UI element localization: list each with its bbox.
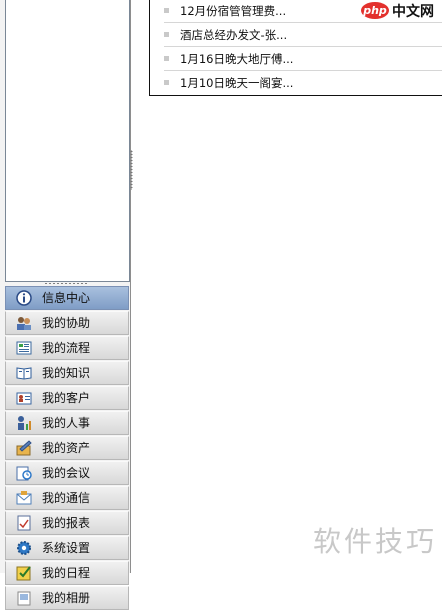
pen-box-icon [16,440,32,456]
nav-item-label: 系统设置 [42,541,91,555]
nav-item-label: 我的知识 [42,366,91,380]
checkbox-icon [16,565,32,581]
news-link[interactable]: 酒店总经办发文-张... [180,24,287,46]
nav-item-label: 我的资产 [42,441,91,455]
news-link[interactable]: 1月16日晚大地厅傅... [180,48,293,70]
sidebar-tree-panel [5,0,130,282]
nav-item-label: 我的人事 [42,416,91,430]
people-icon [16,315,32,331]
nav-item-my-assets[interactable]: 我的资产 [5,436,129,460]
watermark-site-text: 中文网 [392,3,434,20]
news-link[interactable]: 1月10日晚天一阁宴... [180,72,293,94]
gear-icon [16,540,32,556]
nav-item-my-hr[interactable]: 我的人事 [5,411,129,435]
nav-item-my-meetings[interactable]: 我的会议 [5,461,129,485]
nav-item-my-schedule[interactable]: 我的日程 [5,561,129,585]
nav-item-label: 我的日程 [42,566,91,580]
bullet-icon [164,8,169,13]
nav-item-my-knowledge[interactable]: 我的知识 [5,361,129,385]
sidebar-nav: 信息中心 我的协助 我的流程 我的知识 我的客户 我的人事 我的资产 我的会议 … [5,286,129,611]
nav-item-my-assist[interactable]: 我的协助 [5,311,129,335]
nav-item-system-settings[interactable]: 系统设置 [5,536,129,560]
person-chart-icon [16,415,32,431]
mail-icon [16,490,32,506]
php-cn-watermark: php 中文网 [361,1,442,20]
watermark-bottom-text: 软件技巧 [313,525,438,558]
form-icon [16,340,32,356]
list-item: 1月16日晚大地厅傅... [164,47,442,71]
nav-item-my-communication[interactable]: 我的通信 [5,486,129,510]
nav-item-label: 我的客户 [42,391,91,405]
nav-item-label: 我的流程 [42,341,91,355]
nav-item-info-center[interactable]: 信息中心 [5,286,129,310]
nav-item-label: 我的会议 [42,466,91,480]
list-item: 酒店总经办发文-张... [164,23,442,47]
bullet-icon [164,80,169,85]
panel-splitter-handle[interactable] [130,150,133,190]
php-logo-icon: php [361,2,389,19]
report-icon [16,515,32,531]
contact-card-icon [16,390,32,406]
bullet-icon [164,32,169,37]
list-item: 1月10日晚天一阁宴... [164,71,442,94]
nav-item-label: 我的通信 [42,491,91,505]
nav-item-my-workflow[interactable]: 我的流程 [5,336,129,360]
sidebar: 信息中心 我的协助 我的流程 我的知识 我的客户 我的人事 我的资产 我的会议 … [0,0,131,610]
nav-item-my-album[interactable]: 我的相册 [5,586,129,610]
nav-item-label: 我的报表 [42,516,91,530]
info-icon [16,290,32,306]
nav-item-my-customers[interactable]: 我的客户 [5,386,129,410]
news-link[interactable]: 12月份宿管管理费... [180,0,286,22]
nav-item-label: 信息中心 [42,291,91,305]
nav-item-label: 我的协助 [42,316,91,330]
nav-item-label: 我的相册 [42,591,91,605]
book-icon [16,365,32,381]
album-icon [16,590,32,606]
nav-item-my-reports[interactable]: 我的报表 [5,511,129,535]
bullet-icon [164,56,169,61]
meeting-icon [16,465,32,481]
